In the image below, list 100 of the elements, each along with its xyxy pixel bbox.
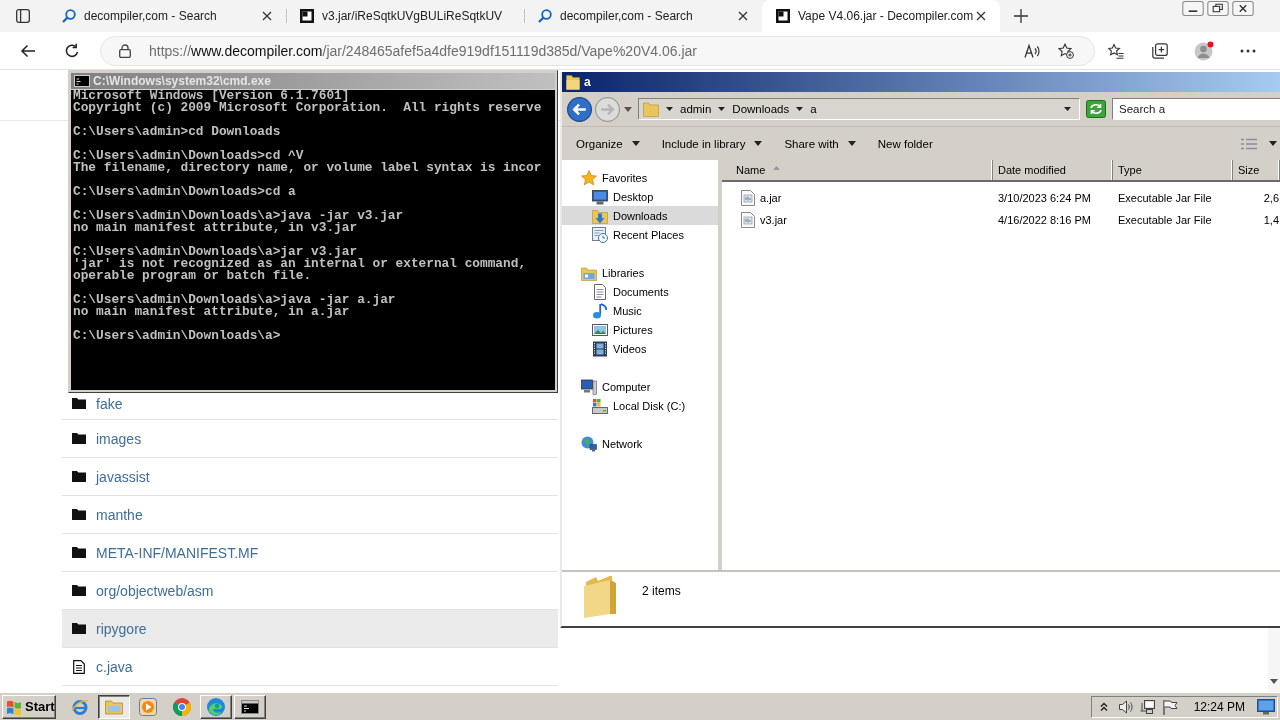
listing-row[interactable]: manthe xyxy=(62,496,558,534)
nav-item[interactable]: Videos xyxy=(562,339,718,358)
toolbar-button[interactable]: Share with xyxy=(778,137,862,150)
toolbar-button[interactable]: Include in library xyxy=(655,137,769,150)
nav-item[interactable]: Computer xyxy=(562,377,718,396)
nav-item[interactable]: Libraries xyxy=(562,263,718,282)
console-line: The filename, directory name, or volume label syntax is incor xyxy=(73,162,542,174)
network-icon[interactable] xyxy=(1139,698,1156,715)
nav-item[interactable]: Downloads xyxy=(562,206,718,225)
scrollbar[interactable] xyxy=(1268,628,1280,692)
browser-tab[interactable]: Vape V4.06.jar - Decompiler.com xyxy=(762,0,1000,32)
browser-tab[interactable]: decompiler,com - Search xyxy=(48,0,286,32)
listing-row[interactable]: javassist xyxy=(62,458,558,496)
nav-item[interactable]: Desktop xyxy=(562,187,718,206)
close-icon[interactable] xyxy=(738,11,748,21)
lock-icon[interactable] xyxy=(119,43,131,58)
read-aloud-icon[interactable] xyxy=(1024,42,1040,59)
folder-link[interactable]: javassist xyxy=(96,468,150,485)
nav-item[interactable]: Network xyxy=(562,434,718,453)
restore-icon[interactable] xyxy=(1207,1,1229,16)
taskbar-button[interactable] xyxy=(98,694,130,719)
folder-link[interactable]: ripygore xyxy=(96,620,147,637)
close-icon[interactable] xyxy=(976,11,986,21)
scroll-down-arrow-icon[interactable] xyxy=(1270,679,1278,684)
left-arrow-icon[interactable] xyxy=(20,42,36,59)
console-line: C:\Users\admin\Downloads\a>java -jar v3.jar xyxy=(73,210,404,222)
listing-row[interactable]: ripygore xyxy=(62,610,558,648)
browser-tab[interactable]: decompiler,com - Search xyxy=(524,0,762,32)
column-header[interactable]: Name xyxy=(722,160,993,180)
document-icon xyxy=(592,283,608,300)
chevron-up-icon[interactable] xyxy=(1099,701,1108,712)
breadcrumb-item[interactable]: Downloads xyxy=(732,103,790,115)
nav-item[interactable]: Recent Places xyxy=(562,225,718,244)
collections-icon[interactable] xyxy=(1152,42,1168,59)
nav-item[interactable]: Favorites xyxy=(562,168,718,187)
nav-item[interactable]: Pictures xyxy=(562,320,718,339)
folder-icon xyxy=(643,101,659,117)
toolbar-button[interactable]: New folder xyxy=(871,137,939,150)
listing-row[interactable]: META-INF/MANIFEST.MF xyxy=(62,534,558,572)
search-field[interactable]: Search a xyxy=(1112,98,1280,120)
close-icon[interactable] xyxy=(1232,1,1254,16)
wave-logo-icon xyxy=(207,697,225,716)
breadcrumb-item[interactable]: admin xyxy=(680,103,712,115)
refresh-icon[interactable] xyxy=(64,42,80,59)
play-icon[interactable] xyxy=(139,697,157,716)
breadcrumb-arrow-icon[interactable] xyxy=(796,107,804,111)
e-logo-icon[interactable] xyxy=(71,697,89,716)
caret-icon[interactable] xyxy=(1269,141,1277,146)
speaker-icon[interactable] xyxy=(1117,698,1134,715)
address-field[interactable]: https://www.decompiler.com/jar/248465afef5a4dfe919df151119d385d/Vape%20V4.06.jar xyxy=(100,35,1095,66)
column-header[interactable]: Size xyxy=(1233,160,1280,180)
plus-icon[interactable] xyxy=(1014,9,1028,23)
minimize-icon[interactable] xyxy=(1182,1,1204,16)
column-header[interactable]: Type xyxy=(1113,160,1233,180)
nav-item[interactable]: Local Disk (C:) xyxy=(562,396,718,415)
folder-link[interactable]: manthe xyxy=(96,506,143,523)
start-button[interactable]: Start xyxy=(2,694,56,719)
recent-places-icon xyxy=(592,226,608,243)
star-plus-icon[interactable] xyxy=(1058,42,1074,59)
nav-item[interactable]: Documents xyxy=(562,282,718,301)
circle-logo-icon[interactable] xyxy=(173,697,191,716)
breadcrumb-arrow-icon[interactable] xyxy=(718,107,726,111)
toolbar-button[interactable]: Organize xyxy=(570,137,646,150)
nav-item[interactable]: Music xyxy=(562,301,718,320)
star-icon xyxy=(581,169,597,186)
desktop-icon[interactable] xyxy=(1257,698,1275,715)
favorites-icon[interactable] xyxy=(1108,42,1124,59)
square-logo-icon xyxy=(300,9,314,23)
more-icon[interactable] xyxy=(1240,48,1256,53)
sort-caret-icon xyxy=(773,165,781,170)
listing-row[interactable]: images xyxy=(62,420,558,458)
folder-link[interactable]: META-INF/MANIFEST.MF xyxy=(96,544,259,561)
globe-icon xyxy=(581,435,597,452)
dropdown-caret-icon[interactable] xyxy=(1064,107,1071,111)
avatar-icon[interactable] xyxy=(1194,40,1214,61)
clock-text[interactable]: 12:24 PM xyxy=(1193,699,1245,714)
caret-icon[interactable] xyxy=(624,106,632,112)
console-line: no main manifest attribute, in v3.jar xyxy=(73,222,358,234)
file-link[interactable]: c.java xyxy=(96,658,133,675)
column-header[interactable]: Date modified xyxy=(993,160,1113,180)
folder-link[interactable]: org/objectweb/asm xyxy=(96,582,214,599)
refresh-icon[interactable] xyxy=(1086,100,1106,118)
address-bar[interactable]: admin Downloads a xyxy=(638,98,1080,120)
flag-icon[interactable] xyxy=(1161,698,1178,715)
breadcrumb-arrow-icon[interactable] xyxy=(666,107,673,111)
folder-link[interactable]: images xyxy=(96,430,142,447)
browser-tab[interactable]: v3.jar/iReSqtkUVgBULiReSqtkUV xyxy=(286,0,524,32)
folder-link[interactable]: fake xyxy=(96,396,123,412)
caret-icon xyxy=(847,141,856,146)
type-cell-text: Executable Jar File xyxy=(1117,192,1213,204)
tab-actions-icon[interactable] xyxy=(16,9,30,23)
close-icon[interactable] xyxy=(262,11,272,21)
file-name[interactable]: v3.jar xyxy=(760,214,787,226)
breadcrumb-item[interactable]: a xyxy=(810,103,817,115)
music-note-icon xyxy=(592,302,608,319)
file-name[interactable]: a.jar xyxy=(760,192,782,204)
listing-row[interactable]: fake xyxy=(62,394,558,420)
listing-row[interactable]: c.java xyxy=(62,648,558,686)
console-line: C:\Users\admin>cd Downloads xyxy=(73,126,281,138)
folder-icon xyxy=(72,471,86,482)
